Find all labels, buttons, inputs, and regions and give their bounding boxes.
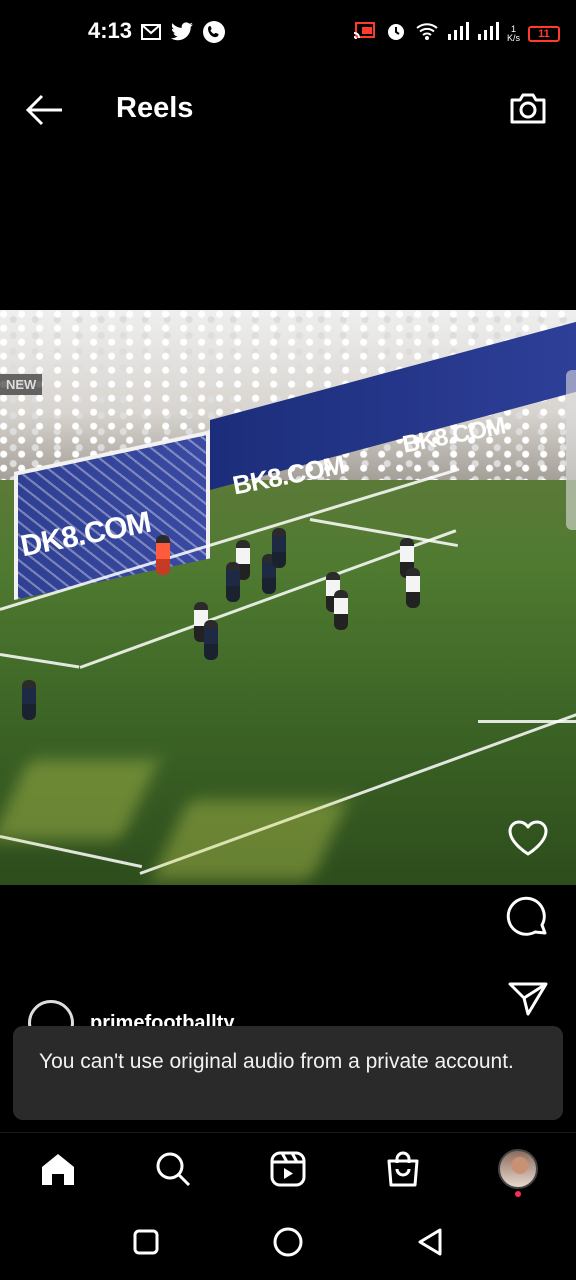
- shop-icon: [387, 1151, 419, 1186]
- heart-icon: [508, 820, 548, 856]
- toast-message: You can't use original audio from a priv…: [13, 1026, 563, 1120]
- search-icon: [156, 1152, 190, 1186]
- status-right-icons: 1 K/s 11: [353, 20, 560, 47]
- nav-home[interactable]: [28, 1139, 88, 1199]
- status-bar: 4:13 1 K/s 11: [0, 0, 576, 64]
- send-icon: [508, 982, 548, 1016]
- signal-icon: [447, 22, 469, 45]
- reel-actions: [504, 814, 552, 1054]
- comment-icon: [506, 896, 547, 936]
- player: [22, 680, 36, 720]
- bottom-nav: [0, 1132, 576, 1204]
- home-circle-icon: [273, 1227, 303, 1257]
- notification-dot: [515, 1190, 522, 1197]
- wifi-icon: [415, 21, 439, 46]
- player: [204, 620, 218, 660]
- pitch-line: [0, 653, 80, 669]
- system-nav: [0, 1212, 576, 1272]
- phone-icon: [202, 20, 226, 49]
- signal-icon: [477, 22, 499, 45]
- nav-reels[interactable]: [258, 1139, 318, 1199]
- twitter-icon: [170, 22, 194, 47]
- status-time: 4:13: [88, 18, 133, 43]
- player: [334, 590, 348, 630]
- back-button[interactable]: [24, 92, 64, 128]
- nav-search[interactable]: [143, 1139, 203, 1199]
- reels-header: Reels: [0, 80, 576, 140]
- nav-shop[interactable]: [373, 1139, 433, 1199]
- pitch-line: [478, 720, 576, 723]
- net-speed: 1 K/s: [506, 24, 520, 43]
- back-triangle-icon: [418, 1228, 442, 1256]
- share-button[interactable]: [504, 974, 552, 1022]
- pitch-line: [309, 518, 458, 548]
- arrow-left-icon: [25, 94, 62, 126]
- battery-indicator: 11: [528, 25, 560, 42]
- profile-avatar: [498, 1148, 539, 1189]
- side-handle[interactable]: [566, 370, 576, 530]
- goalkeeper: [156, 535, 170, 575]
- like-button[interactable]: [504, 814, 552, 862]
- system-back-button[interactable]: [414, 1226, 446, 1258]
- player: [272, 528, 286, 568]
- system-home-button[interactable]: [272, 1226, 304, 1258]
- player: [406, 568, 420, 608]
- cast-icon: [353, 21, 377, 46]
- player: [226, 562, 240, 602]
- light-patch: [0, 760, 159, 840]
- page-title: Reels: [116, 92, 194, 124]
- nav-profile[interactable]: [488, 1139, 548, 1199]
- reels-icon: [270, 1151, 306, 1186]
- light-patch: [151, 800, 349, 880]
- reel-video[interactable]: BK8.COM BK8.COM DK8.COM NEW: [0, 310, 576, 885]
- alarm-icon: [385, 20, 407, 47]
- recents-button[interactable]: [130, 1226, 162, 1258]
- camera-button[interactable]: [508, 88, 548, 128]
- home-icon: [41, 1153, 74, 1185]
- new-badge: NEW: [0, 374, 43, 395]
- gmail-icon: [140, 23, 162, 46]
- comment-button[interactable]: [504, 894, 552, 942]
- status-left-icons: [140, 20, 226, 49]
- camera-icon: [510, 93, 546, 124]
- recents-icon: [133, 1229, 159, 1255]
- net-speed-unit: K/s: [506, 32, 520, 43]
